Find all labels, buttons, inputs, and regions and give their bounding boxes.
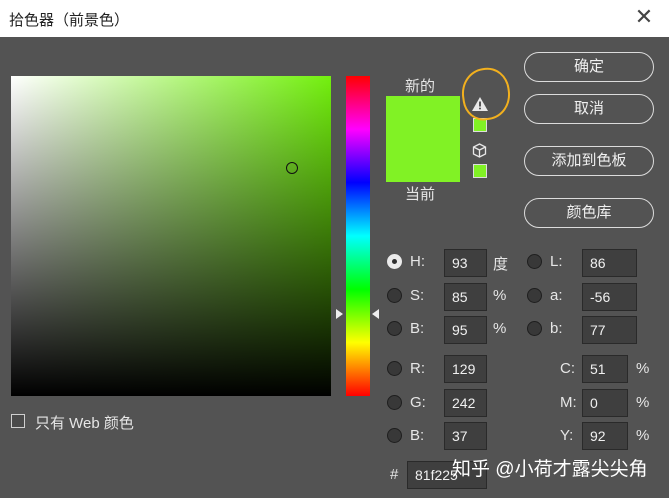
new-color-swatch <box>386 96 460 139</box>
hue-slider[interactable] <box>346 76 370 396</box>
red-input[interactable]: 129 <box>444 355 487 383</box>
yellow-unit: % <box>636 427 650 444</box>
color-picker-circle[interactable] <box>286 162 298 174</box>
lightness-label: L: <box>550 253 563 270</box>
radio-hue[interactable] <box>387 254 402 269</box>
cyan-label: C: <box>560 360 575 377</box>
brightness-input[interactable]: 95 <box>444 316 487 344</box>
annotation-circle <box>458 64 514 124</box>
lab-a-label: a: <box>550 287 563 304</box>
ok-button[interactable]: 确定 <box>524 52 654 82</box>
radio-blue[interactable] <box>387 428 402 443</box>
lab-b-label: b: <box>550 320 563 337</box>
radio-red[interactable] <box>387 361 402 376</box>
saturation-label: S: <box>410 287 425 304</box>
cancel-button[interactable]: 取消 <box>524 94 654 124</box>
blue-label: B: <box>410 427 425 444</box>
web-safe-swatch[interactable] <box>473 164 487 178</box>
window-title: 拾色器（前景色） <box>9 12 130 29</box>
saturation-input[interactable]: 85 <box>444 283 487 311</box>
radio-lab-b[interactable] <box>527 321 542 336</box>
web-colors-only-checkbox[interactable] <box>11 414 25 428</box>
lab-b-input[interactable]: 77 <box>582 316 637 344</box>
current-color-label: 当前 <box>405 186 436 203</box>
magenta-label: M: <box>560 394 577 411</box>
web-safe-cube-icon[interactable] <box>472 143 487 158</box>
radio-lightness[interactable] <box>527 254 542 269</box>
close-icon[interactable]: ✕ <box>631 6 657 30</box>
hue-unit: 度 <box>493 256 509 273</box>
current-color-swatch[interactable] <box>386 139 460 182</box>
lab-a-input[interactable]: -56 <box>582 283 637 311</box>
red-label: R: <box>410 360 425 377</box>
blue-input[interactable]: 37 <box>444 422 487 450</box>
hue-slider-left-arrow-icon[interactable] <box>336 309 343 319</box>
saturation-unit: % <box>493 287 507 304</box>
green-label: G: <box>410 394 426 411</box>
yellow-label: Y: <box>560 427 574 444</box>
radio-green[interactable] <box>387 395 402 410</box>
hue-label: H: <box>410 253 425 270</box>
magenta-input[interactable]: 0 <box>582 389 628 417</box>
magenta-unit: % <box>636 394 650 411</box>
green-input[interactable]: 242 <box>444 389 487 417</box>
hue-slider-right-arrow-icon[interactable] <box>372 309 379 319</box>
brightness-label: B: <box>410 320 425 337</box>
radio-brightness[interactable] <box>387 321 402 336</box>
new-color-label: 新的 <box>405 78 436 95</box>
saturation-brightness-field[interactable] <box>11 76 331 396</box>
watermark: 知乎 @小荷才露尖尖角 <box>452 459 648 480</box>
radio-lab-a[interactable] <box>527 288 542 303</box>
brightness-unit: % <box>493 320 507 337</box>
cyan-unit: % <box>636 360 650 377</box>
lightness-input[interactable]: 86 <box>582 249 637 277</box>
add-to-swatches-button[interactable]: 添加到色板 <box>524 146 654 176</box>
cyan-input[interactable]: 51 <box>582 355 628 383</box>
radio-saturation[interactable] <box>387 288 402 303</box>
web-colors-only-label: 只有 Web 颜色 <box>35 415 134 432</box>
hue-input[interactable]: 93 <box>444 249 487 277</box>
yellow-input[interactable]: 92 <box>582 422 628 450</box>
color-libraries-button[interactable]: 颜色库 <box>524 198 654 228</box>
hex-label: # <box>390 466 399 483</box>
title-bar: 拾色器（前景色） ✕ <box>0 0 669 37</box>
